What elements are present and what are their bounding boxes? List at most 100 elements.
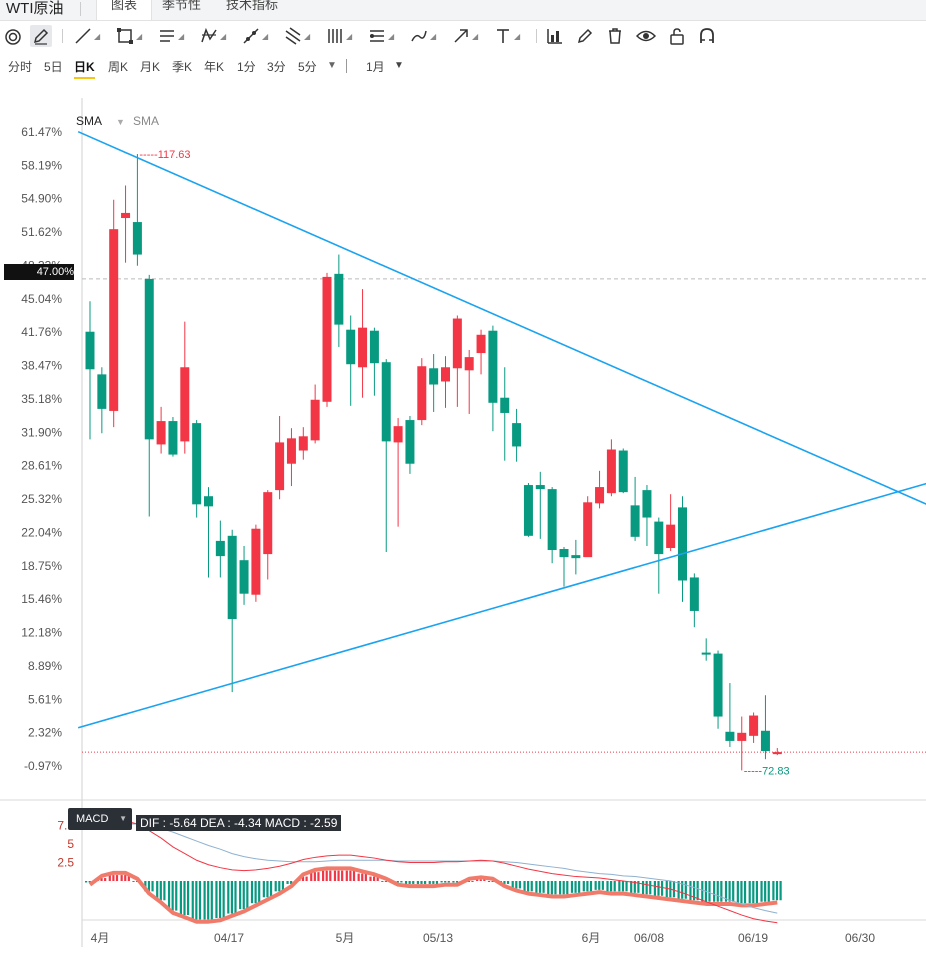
text-icon[interactable]: ◢ <box>494 25 520 47</box>
candle-body[interactable] <box>595 487 605 504</box>
period-daily[interactable]: 日K <box>74 58 95 79</box>
candle-body[interactable] <box>192 423 202 505</box>
candle-body[interactable] <box>583 502 593 558</box>
candle-body[interactable] <box>97 374 107 409</box>
edit-icon[interactable] <box>576 25 594 47</box>
brush-icon[interactable]: ◢ <box>410 25 436 47</box>
fib-icon[interactable]: ◢ <box>326 25 352 47</box>
candle-body[interactable] <box>535 485 545 490</box>
candle-body[interactable] <box>547 489 557 551</box>
sma-label-2[interactable]: SMA <box>133 114 159 128</box>
candle-body[interactable] <box>85 331 95 370</box>
hlines-icon[interactable]: ◢ <box>158 25 184 47</box>
candle-body[interactable] <box>429 368 439 385</box>
crossline-icon[interactable]: ◢ <box>242 25 268 47</box>
candle-body[interactable] <box>227 535 237 620</box>
channel-icon[interactable]: ◢ <box>368 25 394 47</box>
caret-down-icon[interactable]: ▼ <box>116 117 125 127</box>
range-selector[interactable]: 1月 <box>366 58 385 75</box>
period-quarterly[interactable]: 季K <box>172 58 192 75</box>
lock-icon[interactable] <box>668 25 686 47</box>
candle-body[interactable] <box>512 423 522 447</box>
candle-body[interactable] <box>121 212 131 219</box>
candle-body[interactable] <box>500 397 510 413</box>
candle-body[interactable] <box>310 399 320 441</box>
candle-body[interactable] <box>760 730 770 752</box>
period-yearly[interactable]: 年K <box>204 58 224 75</box>
candle-body[interactable] <box>488 330 498 403</box>
candle-body[interactable] <box>180 367 190 442</box>
magnet-icon[interactable] <box>698 25 716 47</box>
candle-body[interactable] <box>322 276 332 402</box>
candle-body[interactable] <box>654 521 664 555</box>
candle-body[interactable] <box>144 278 154 440</box>
candle-body[interactable] <box>630 505 640 537</box>
arrow-icon[interactable]: ◢ <box>452 25 478 47</box>
parallel-icon[interactable]: ◢ <box>284 25 310 47</box>
period-3min[interactable]: 3分 <box>267 58 286 75</box>
target-icon[interactable] <box>4 25 22 47</box>
candle-body[interactable] <box>405 420 415 464</box>
range-caret[interactable]: ▼ <box>394 60 404 71</box>
candle-body[interactable] <box>689 577 699 611</box>
sma-label-1[interactable]: SMA <box>76 114 102 128</box>
eye-icon[interactable] <box>636 25 656 47</box>
candle-body[interactable] <box>642 490 652 518</box>
candle-body[interactable] <box>358 327 368 368</box>
candle-body[interactable] <box>381 362 391 442</box>
candle-body[interactable] <box>215 540 225 557</box>
period-1min[interactable]: 1分 <box>237 58 256 75</box>
candle-body[interactable] <box>701 652 711 655</box>
candle-body[interactable] <box>369 330 379 364</box>
candle-body[interactable] <box>298 436 308 451</box>
candle-body[interactable] <box>749 715 759 736</box>
period-monthly[interactable]: 月K <box>140 58 160 75</box>
candle-body[interactable] <box>618 450 628 493</box>
candle-body[interactable] <box>713 653 723 717</box>
candle-body[interactable] <box>772 752 782 755</box>
candle-body[interactable] <box>606 449 616 494</box>
candle-body[interactable] <box>334 273 344 325</box>
candle-body[interactable] <box>464 357 474 371</box>
candle-body[interactable] <box>666 524 676 548</box>
macd-indicator-button[interactable]: MACD ▼ <box>68 808 132 830</box>
candle-body[interactable] <box>571 555 581 559</box>
candle-body[interactable] <box>523 485 533 536</box>
pen-icon[interactable] <box>30 25 52 47</box>
period-5min[interactable]: 5分 <box>298 58 317 75</box>
candle-body[interactable] <box>346 329 356 365</box>
candle-body[interactable] <box>168 421 178 455</box>
candle-body[interactable] <box>286 438 296 464</box>
period-intraday[interactable]: 分时 <box>8 58 32 75</box>
candle-body[interactable] <box>204 496 213 507</box>
line-icon[interactable]: ◢ <box>74 25 100 47</box>
candle-body[interactable] <box>275 442 285 491</box>
period-weekly[interactable]: 周K <box>108 58 128 75</box>
trash-icon[interactable] <box>606 25 624 47</box>
candle-body[interactable] <box>251 528 261 595</box>
candle-body[interactable] <box>263 492 273 555</box>
candle-body[interactable] <box>417 366 427 421</box>
pattern-icon[interactable]: ◢ <box>200 25 226 47</box>
candle-body[interactable] <box>559 549 569 558</box>
candle-body[interactable] <box>132 222 142 255</box>
candle-body[interactable] <box>156 421 166 445</box>
candle-body[interactable] <box>393 426 403 443</box>
tab-seasonality[interactable]: 季节性 <box>148 0 215 20</box>
candle-body[interactable] <box>239 560 249 594</box>
tab-technical-indicators[interactable]: 技术指标 <box>212 0 292 20</box>
period-5day[interactable]: 5日 <box>44 58 63 75</box>
candle-body[interactable] <box>441 367 450 382</box>
trend-line[interactable] <box>77 130 926 530</box>
rect-icon[interactable]: ◢ <box>116 25 142 47</box>
tab-chart[interactable]: 图表 <box>96 0 153 20</box>
candle-body[interactable] <box>678 507 687 581</box>
candle-body[interactable] <box>476 334 486 354</box>
candle-body[interactable] <box>452 318 462 369</box>
barchart-icon[interactable] <box>546 25 564 47</box>
candle-body[interactable] <box>109 229 119 411</box>
macd-histogram-bar <box>239 881 242 910</box>
more-periods-caret[interactable]: ▼ <box>327 60 337 71</box>
candle-body[interactable] <box>737 732 747 741</box>
candle-body[interactable] <box>725 731 735 741</box>
